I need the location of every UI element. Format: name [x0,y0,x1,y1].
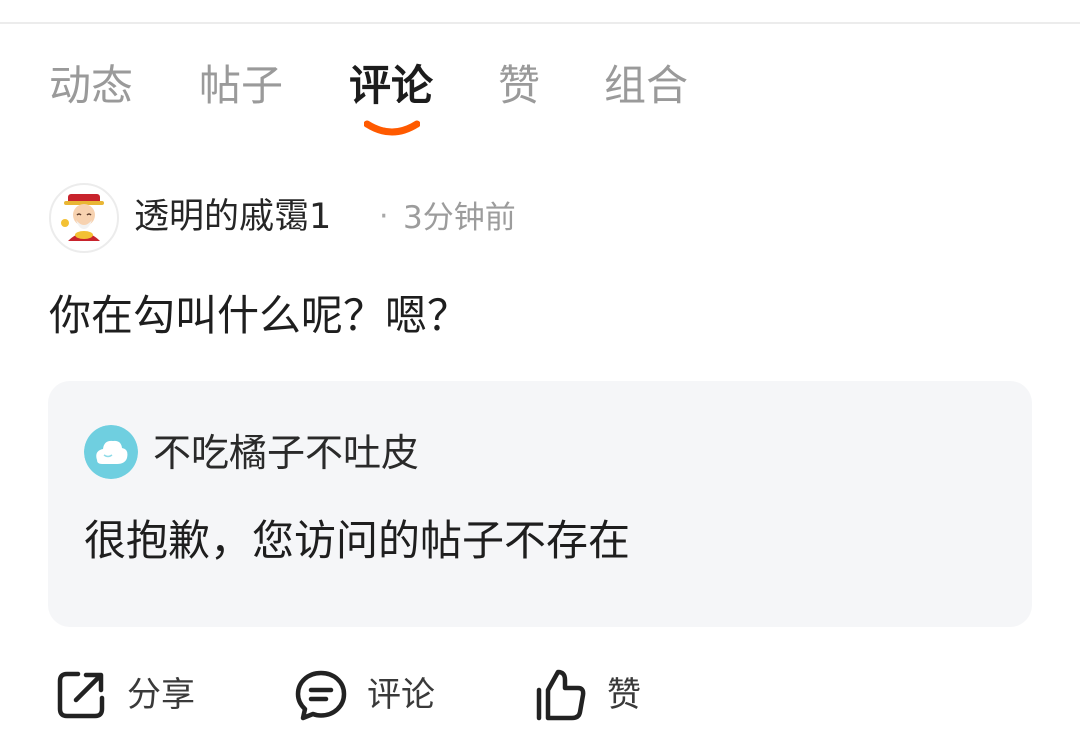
like-button[interactable]: 赞 [534,664,664,724]
tab-dynamics[interactable]: 动态 [49,56,133,116]
cloud-avatar-icon [84,425,138,479]
share-label: 分享 [127,675,195,715]
quoted-user-avatar[interactable] [84,425,138,479]
comment-bubble-icon [295,670,347,721]
quoted-text: 很抱歉，您访问的帖子不存在 [84,516,631,565]
quoted-username[interactable]: 不吃橘子不吐皮 [153,427,419,479]
tab-likes[interactable]: 赞 [498,56,540,116]
thumbs-up-icon [536,669,586,721]
fortune-god-avatar-icon [61,194,104,241]
share-button[interactable]: 分享 [54,664,214,724]
profile-tabs: 动态 帖子 评论 赞 组合 [0,56,1080,146]
tab-comments[interactable]: 评论 [349,56,433,116]
tab-portfolio[interactable]: 组合 [604,56,688,116]
like-label: 赞 [607,675,641,715]
top-divider [0,22,1080,24]
comment-username[interactable]: 透明的戚霭1 [134,193,331,241]
comment-label: 评论 [367,675,435,715]
quoted-post-card[interactable] [48,381,1032,627]
comment-time: 3分钟前 [403,200,516,236]
comment-button[interactable]: 评论 [294,664,454,724]
comment-text: 你在勾叫什么呢？嗯？ [49,291,470,340]
meta-separator: · [379,199,389,234]
user-avatar[interactable] [49,183,119,253]
share-icon [57,671,105,719]
tab-posts[interactable]: 帖子 [199,56,283,116]
active-tab-indicator [364,120,420,136]
